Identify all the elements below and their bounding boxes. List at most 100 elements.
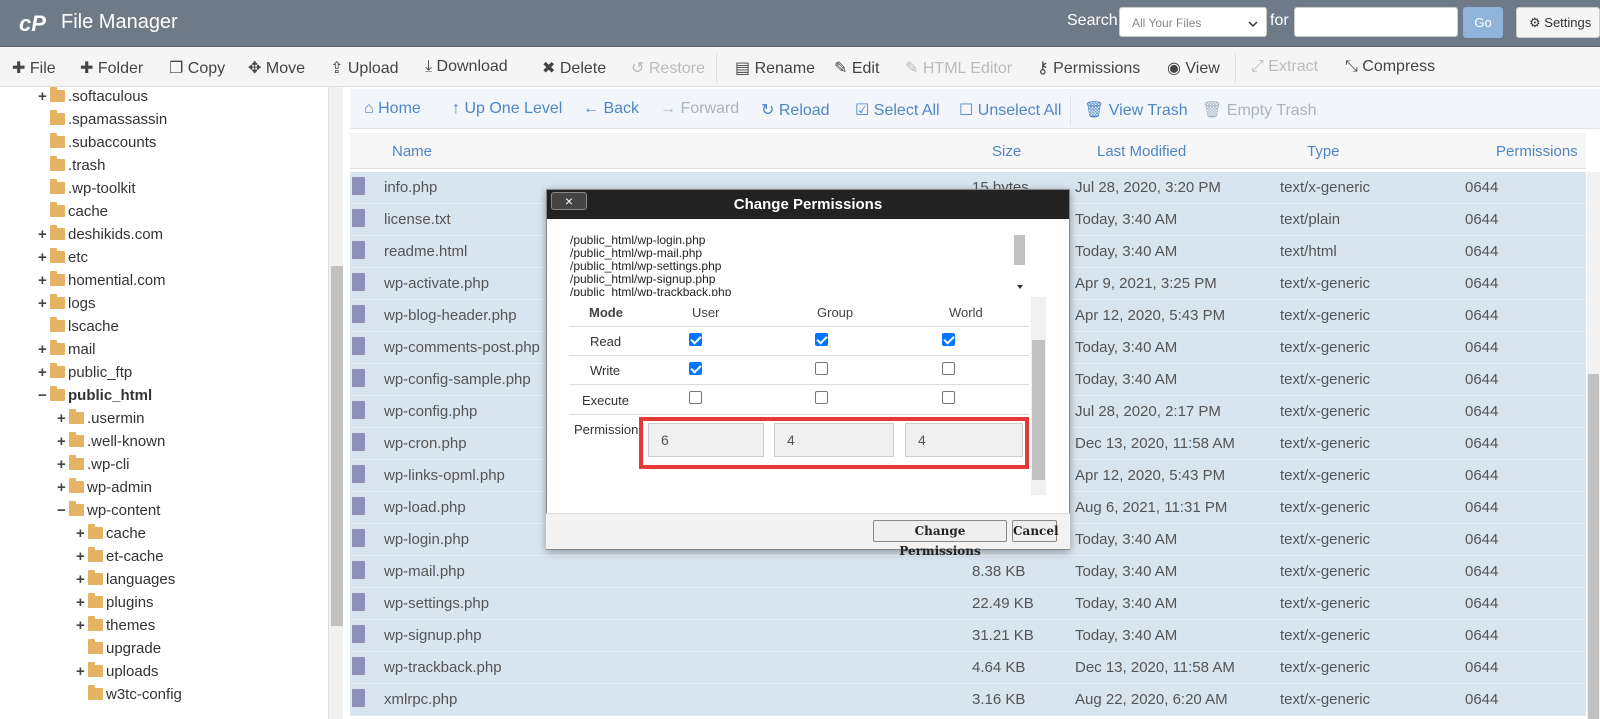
- tree-item[interactable]: + .usermin: [57, 409, 145, 432]
- write-world-checkbox[interactable]: [942, 362, 955, 375]
- tree-item[interactable]: .trash: [38, 156, 106, 179]
- tree-item[interactable]: .subaccounts: [38, 133, 156, 156]
- tree-item[interactable]: + plugins: [76, 593, 154, 616]
- file-button[interactable]: ✚ File: [12, 58, 56, 78]
- cancel-button[interactable]: Cancel: [1012, 520, 1059, 542]
- edit-button[interactable]: ✎ Edit: [834, 58, 879, 78]
- dialog-close-button[interactable]: ×: [551, 192, 587, 210]
- select-all-button[interactable]: ☑ Select All: [855, 100, 940, 120]
- write-group-checkbox[interactable]: [815, 362, 828, 375]
- expand-icon[interactable]: +: [76, 617, 88, 634]
- expand-icon[interactable]: +: [57, 456, 69, 473]
- column-size[interactable]: Size: [992, 143, 1021, 160]
- unselect-all-button[interactable]: ☐ Unselect All: [959, 100, 1061, 120]
- collapse-icon[interactable]: −: [38, 387, 50, 404]
- settings-button[interactable]: ⚙ Settings: [1516, 7, 1600, 38]
- expand-icon[interactable]: +: [76, 663, 88, 680]
- tree-item[interactable]: + languages: [76, 570, 175, 593]
- write-user-checkbox[interactable]: [689, 362, 702, 375]
- restore-button[interactable]: ↺ Restore: [631, 58, 705, 78]
- tree-item[interactable]: + wp-admin: [57, 478, 152, 501]
- table-row[interactable]: xmlrpc.php 3.16 KB Aug 22, 2020, 6:20 AM te…: [350, 684, 1586, 716]
- change-permissions-button[interactable]: Change Permissions: [873, 520, 1007, 558]
- view-button[interactable]: ◉ View: [1167, 58, 1220, 78]
- expand-icon[interactable]: +: [38, 341, 50, 358]
- tree-item-label: et-cache: [106, 548, 164, 565]
- rename-button[interactable]: ▤ Rename: [735, 58, 815, 78]
- expand-icon[interactable]: +: [38, 88, 50, 105]
- reload-button[interactable]: ↻ Reload: [761, 100, 830, 120]
- delete-button[interactable]: ✖ Delete: [542, 58, 606, 78]
- expand-icon[interactable]: +: [76, 548, 88, 565]
- tree-item[interactable]: − public_html: [38, 386, 152, 409]
- read-world-checkbox[interactable]: [942, 333, 955, 346]
- read-group-checkbox[interactable]: [815, 333, 828, 346]
- execute-group-checkbox[interactable]: [815, 391, 828, 404]
- search-scope-select[interactable]: All Your Files: [1119, 7, 1267, 37]
- file-list-scrollbar-thumb[interactable]: [1588, 374, 1599, 719]
- up-one-level-button[interactable]: ↑ Up One Level: [452, 100, 562, 118]
- tree-item[interactable]: + .well-known: [57, 432, 165, 455]
- expand-icon[interactable]: +: [76, 594, 88, 611]
- tree-item[interactable]: .wp-toolkit: [38, 179, 136, 202]
- tree-item[interactable]: + homential.com: [38, 271, 166, 294]
- copy-button[interactable]: ❐ Copy: [169, 58, 225, 78]
- tree-item[interactable]: + .wp-cli: [57, 455, 130, 478]
- tree-item[interactable]: + public_ftp: [38, 363, 132, 386]
- column-name[interactable]: Name: [392, 143, 432, 160]
- tree-item[interactable]: + uploads: [76, 662, 159, 685]
- search-input[interactable]: [1294, 7, 1458, 37]
- dialog-scrollbar-thumb[interactable]: [1032, 340, 1045, 480]
- back-button[interactable]: ← Back: [583, 100, 639, 118]
- home-button[interactable]: ⌂ Home: [364, 100, 421, 118]
- table-row[interactable]: wp-settings.php 22.49 KB Today, 3:40 AM tex…: [350, 588, 1586, 620]
- tree-item[interactable]: + et-cache: [76, 547, 164, 570]
- tree-item[interactable]: upgrade: [76, 639, 161, 662]
- tree-item[interactable]: + etc: [38, 248, 88, 271]
- html-editor-button[interactable]: ✎ HTML Editor: [905, 58, 1012, 78]
- move-button[interactable]: ✥ Move: [248, 58, 305, 78]
- extract-button[interactable]: ⤢ Extract: [1251, 58, 1318, 76]
- tree-item[interactable]: w3tc-config: [76, 685, 182, 708]
- table-row[interactable]: wp-signup.php 31.21 KB Today, 3:40 AM text/…: [350, 620, 1586, 652]
- tree-item[interactable]: cache: [38, 202, 108, 225]
- expand-icon[interactable]: +: [57, 479, 69, 496]
- column-permissions[interactable]: Permissions: [1496, 143, 1578, 160]
- forward-button[interactable]: → Forward: [660, 100, 739, 118]
- paths-scrollbar-thumb[interactable]: [1014, 235, 1025, 265]
- permissions-button[interactable]: ⚷ Permissions: [1037, 58, 1140, 78]
- expand-icon[interactable]: +: [38, 226, 50, 243]
- expand-icon[interactable]: +: [38, 295, 50, 312]
- expand-icon[interactable]: +: [38, 272, 50, 289]
- tree-item[interactable]: + cache: [76, 524, 146, 547]
- expand-icon[interactable]: +: [76, 571, 88, 588]
- collapse-icon[interactable]: −: [57, 502, 69, 519]
- folder-button[interactable]: ✚ Folder: [80, 58, 143, 78]
- tree-item[interactable]: + deshikids.com: [38, 225, 163, 248]
- read-user-checkbox[interactable]: [689, 333, 702, 346]
- tree-item[interactable]: + logs: [38, 294, 96, 317]
- expand-icon[interactable]: +: [38, 364, 50, 381]
- tree-item[interactable]: lscache: [38, 317, 119, 340]
- column-type[interactable]: Type: [1307, 143, 1340, 160]
- tree-item[interactable]: − wp-content: [57, 501, 160, 524]
- download-button[interactable]: ⤓ Download: [425, 58, 508, 76]
- go-button[interactable]: Go: [1463, 7, 1503, 38]
- upload-button[interactable]: ⇪ Upload: [330, 58, 399, 78]
- empty-trash-button[interactable]: 🗑 Empty Trash: [1202, 100, 1317, 120]
- expand-icon[interactable]: +: [38, 249, 50, 266]
- execute-user-checkbox[interactable]: [689, 391, 702, 404]
- tree-item[interactable]: + themes: [76, 616, 155, 639]
- column-last-modified[interactable]: Last Modified: [1097, 143, 1186, 160]
- expand-icon[interactable]: +: [76, 525, 88, 542]
- tree-scrollbar-thumb[interactable]: [331, 266, 343, 626]
- expand-icon[interactable]: +: [57, 410, 69, 427]
- compress-button[interactable]: ⤡ Compress: [1345, 58, 1435, 76]
- tree-item[interactable]: .spamassassin: [38, 110, 167, 133]
- expand-icon[interactable]: +: [57, 433, 69, 450]
- view-trash-button[interactable]: 🗑 View Trash: [1084, 100, 1188, 120]
- table-row[interactable]: wp-trackback.php 4.64 KB Dec 13, 2020, 11:…: [350, 652, 1586, 684]
- execute-world-checkbox[interactable]: [942, 391, 955, 404]
- tree-item[interactable]: + .softaculous: [38, 87, 148, 110]
- tree-item[interactable]: + mail: [38, 340, 96, 363]
